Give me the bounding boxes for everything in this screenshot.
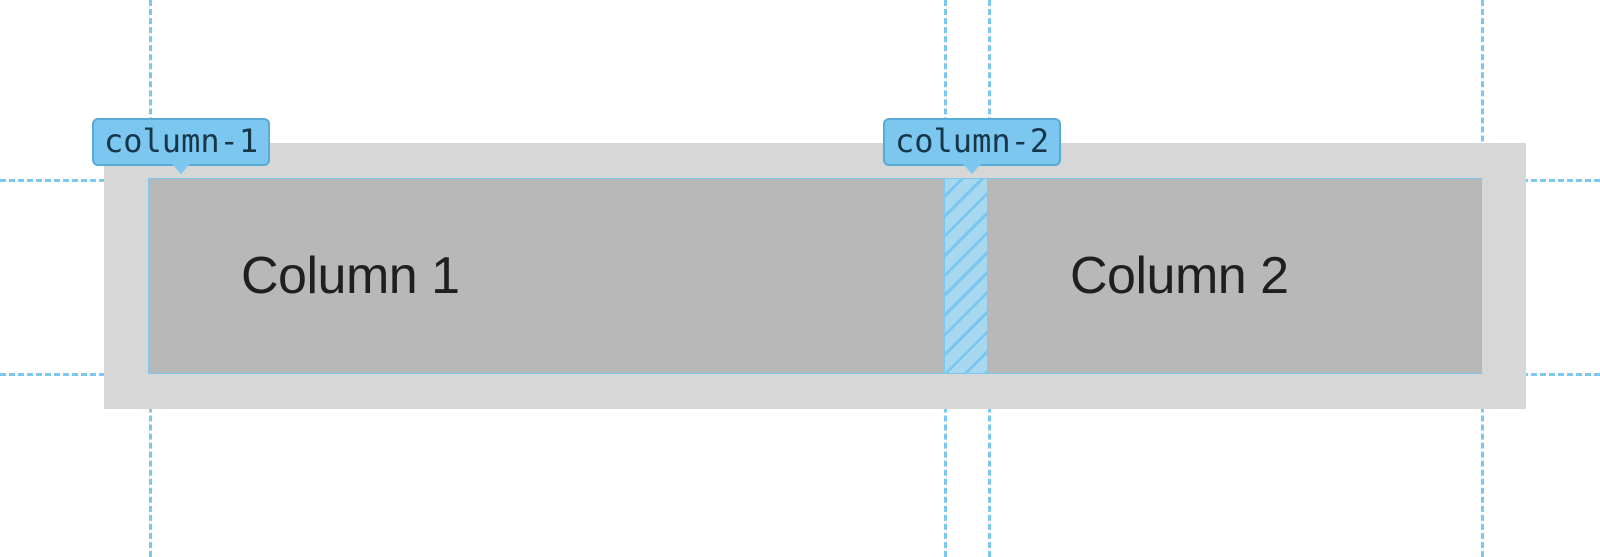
grid-gap-region xyxy=(944,179,988,373)
grid-tracks-area: Column 1 Column 2 xyxy=(149,179,1481,373)
grid-container: Column 1 Column 2 xyxy=(104,143,1526,409)
grid-line-badge-text: column-2 xyxy=(895,122,1049,160)
grid-line-badge-text: column-1 xyxy=(104,122,258,160)
grid-column-2: Column 2 xyxy=(988,179,1481,373)
grid-column-1: Column 1 xyxy=(149,179,944,373)
grid-column-1-label: Column 1 xyxy=(241,246,460,306)
grid-line-badge-column-2: column-2 xyxy=(883,118,1061,166)
grid-line-badge-column-1: column-1 xyxy=(92,118,270,166)
grid-column-2-label: Column 2 xyxy=(1070,246,1289,306)
